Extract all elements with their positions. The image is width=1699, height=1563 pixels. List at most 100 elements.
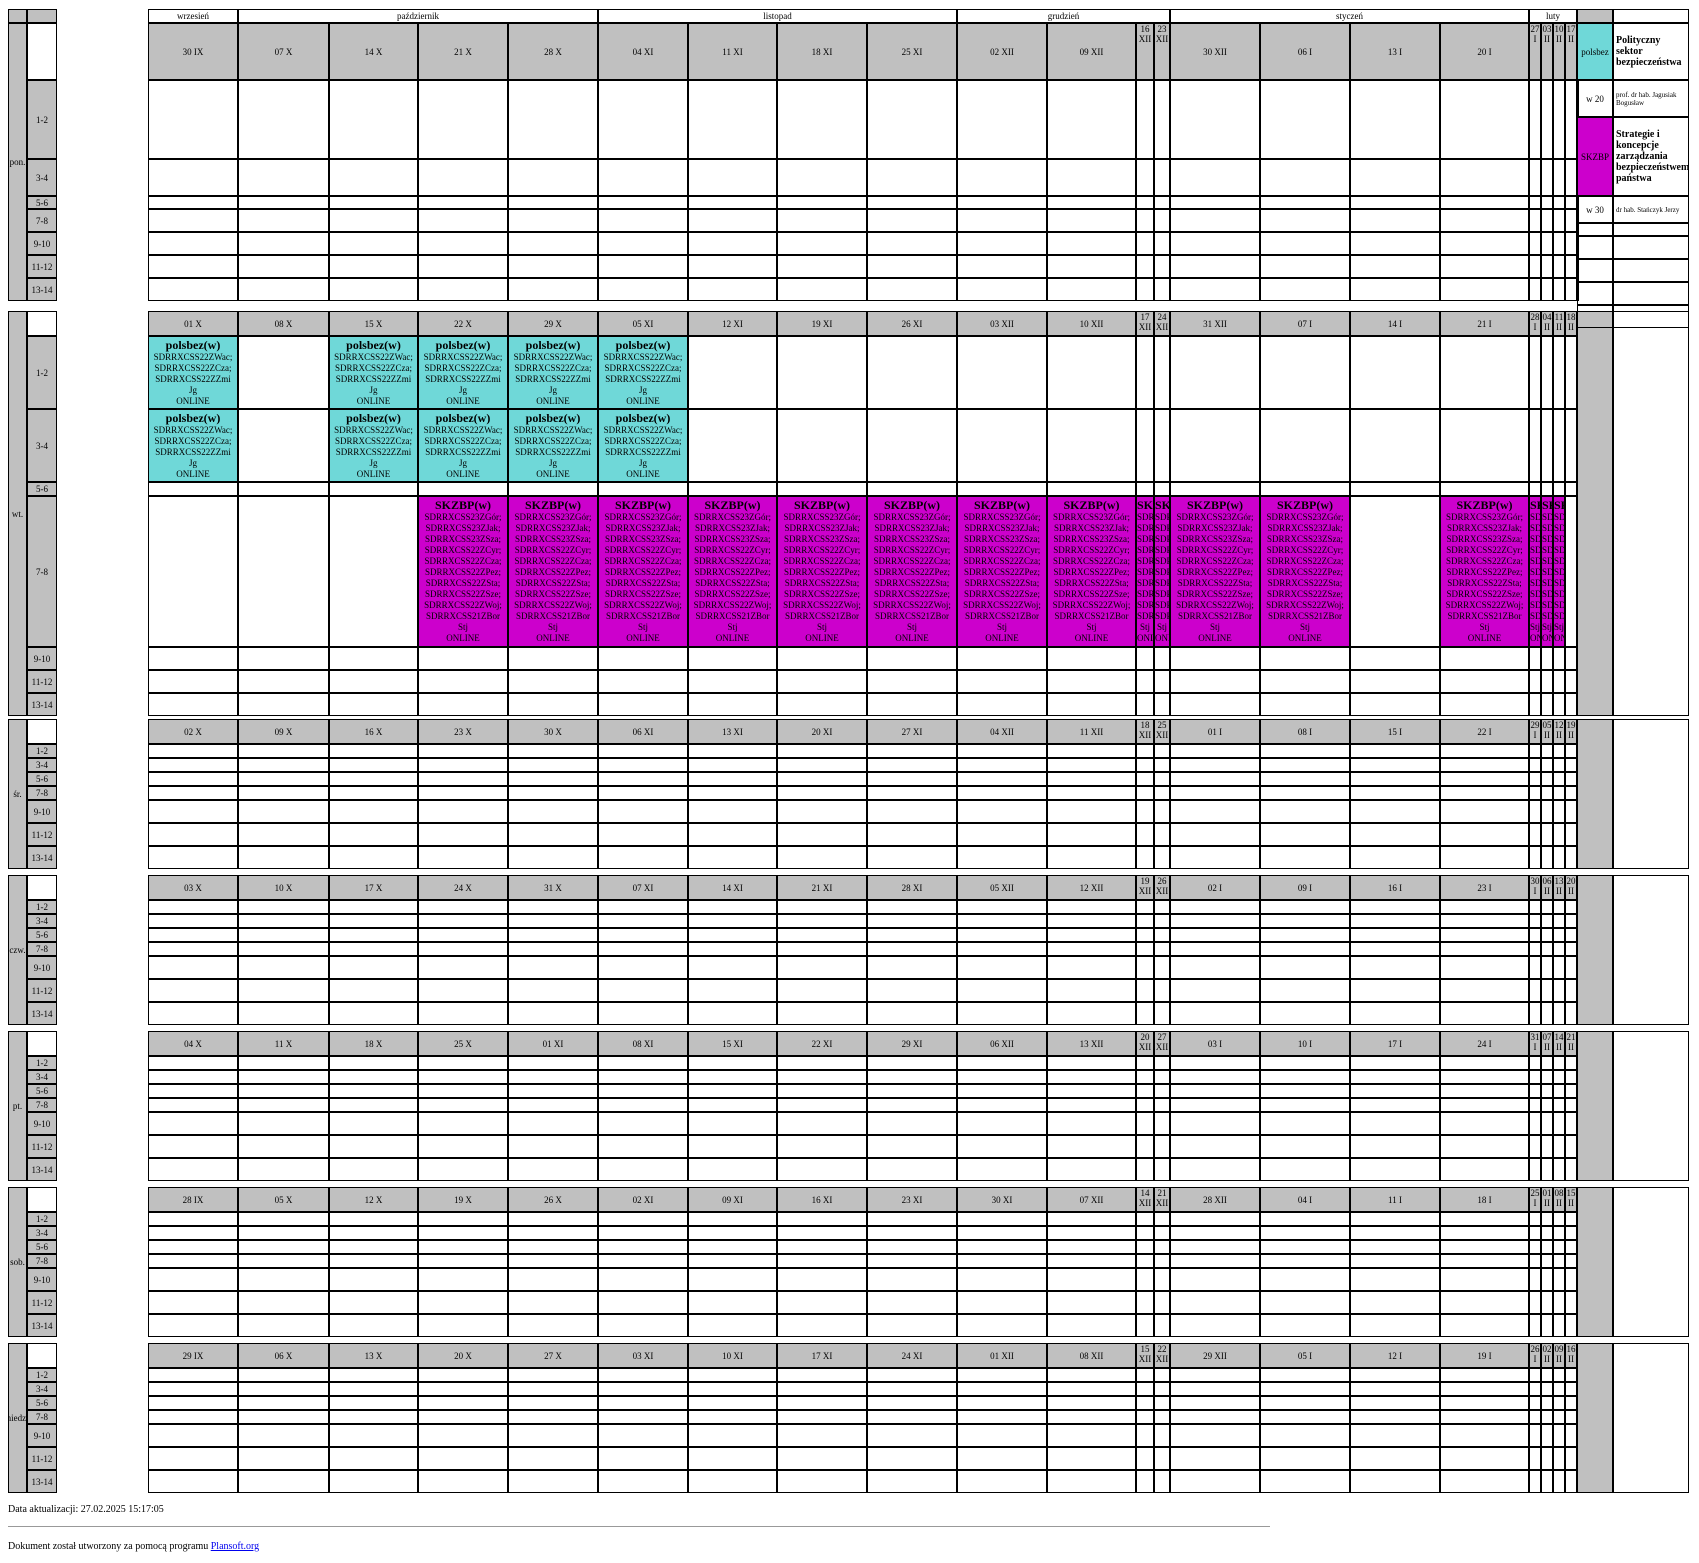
schedule-cell[interactable]	[1553, 196, 1565, 209]
schedule-cell[interactable]	[238, 1070, 329, 1084]
schedule-cell[interactable]	[1541, 900, 1553, 914]
schedule-cell[interactable]	[329, 979, 418, 1002]
schedule-cell[interactable]	[329, 670, 418, 693]
schedule-cell[interactable]	[1529, 786, 1541, 800]
schedule-cell[interactable]	[1170, 744, 1260, 758]
schedule-cell[interactable]	[418, 1158, 508, 1181]
schedule-cell[interactable]	[1440, 80, 1529, 159]
schedule-cell[interactable]	[1260, 800, 1350, 823]
schedule-cell[interactable]	[1553, 1112, 1565, 1135]
schedule-cell[interactable]	[1136, 772, 1154, 786]
schedule-cell[interactable]	[1541, 1226, 1553, 1240]
skzbp-event[interactable]: SKZBP(w)SDRRXCSS23ZGór;SDRRXCSS23ZJak;SD…	[1260, 496, 1350, 647]
schedule-cell[interactable]	[1350, 670, 1440, 693]
schedule-cell[interactable]	[1047, 1084, 1136, 1098]
schedule-cell[interactable]	[688, 1368, 777, 1382]
schedule-cell[interactable]	[1170, 758, 1260, 772]
schedule-cell[interactable]	[238, 1098, 329, 1112]
schedule-cell[interactable]	[1440, 209, 1529, 232]
schedule-cell[interactable]	[1529, 1368, 1541, 1382]
schedule-cell[interactable]	[1553, 744, 1565, 758]
schedule-cell[interactable]	[1136, 786, 1154, 800]
schedule-cell[interactable]	[1541, 693, 1553, 716]
schedule-cell[interactable]	[957, 772, 1047, 786]
schedule-cell[interactable]	[1565, 1396, 1577, 1410]
schedule-cell[interactable]	[1440, 409, 1529, 482]
schedule-cell[interactable]	[1541, 1268, 1553, 1291]
schedule-cell[interactable]	[1136, 823, 1154, 846]
schedule-cell[interactable]	[148, 196, 238, 209]
schedule-cell[interactable]	[1170, 1002, 1260, 1025]
schedule-cell[interactable]	[688, 1268, 777, 1291]
schedule-cell[interactable]	[777, 409, 867, 482]
schedule-cell[interactable]	[598, 1240, 688, 1254]
schedule-cell[interactable]	[508, 196, 598, 209]
polsbez-event[interactable]: polsbez(w) SDRRXCSS22ZWac; SDRRXCSS22ZCza;…	[598, 409, 688, 482]
schedule-cell[interactable]	[148, 914, 238, 928]
schedule-cell[interactable]	[1350, 823, 1440, 846]
schedule-cell[interactable]	[1541, 914, 1553, 928]
schedule-cell[interactable]	[1170, 1291, 1260, 1314]
schedule-cell[interactable]	[867, 1447, 957, 1470]
schedule-cell[interactable]	[1136, 1396, 1154, 1410]
schedule-cell[interactable]	[148, 1084, 238, 1098]
schedule-cell[interactable]	[598, 1447, 688, 1470]
schedule-cell[interactable]	[508, 1070, 598, 1084]
schedule-cell[interactable]	[867, 409, 957, 482]
schedule-cell[interactable]	[1565, 1084, 1577, 1098]
schedule-cell[interactable]	[238, 496, 329, 647]
schedule-cell[interactable]	[867, 1410, 957, 1424]
schedule-cell[interactable]	[1553, 846, 1565, 869]
schedule-cell[interactable]	[1440, 1254, 1529, 1268]
schedule-cell[interactable]	[1541, 1291, 1553, 1314]
schedule-cell[interactable]	[1047, 1002, 1136, 1025]
schedule-cell[interactable]	[1440, 1135, 1529, 1158]
schedule-cell[interactable]	[1136, 1135, 1154, 1158]
schedule-cell[interactable]	[867, 914, 957, 928]
schedule-cell[interactable]	[1170, 278, 1260, 301]
schedule-cell[interactable]	[688, 1240, 777, 1254]
schedule-cell[interactable]	[1350, 409, 1440, 482]
schedule-cell[interactable]	[1047, 786, 1136, 800]
schedule-cell[interactable]	[867, 1135, 957, 1158]
schedule-cell[interactable]	[1154, 196, 1170, 209]
schedule-cell[interactable]	[1170, 1382, 1260, 1396]
schedule-cell[interactable]	[1541, 846, 1553, 869]
schedule-cell[interactable]	[1440, 336, 1529, 409]
schedule-cell[interactable]	[238, 1002, 329, 1025]
schedule-cell[interactable]	[148, 1056, 238, 1070]
schedule-cell[interactable]	[329, 1368, 418, 1382]
schedule-cell[interactable]	[1553, 1382, 1565, 1396]
schedule-cell[interactable]	[1154, 800, 1170, 823]
schedule-cell[interactable]	[1565, 928, 1577, 942]
schedule-cell[interactable]	[1260, 409, 1350, 482]
schedule-cell[interactable]	[1565, 1112, 1577, 1135]
schedule-cell[interactable]	[1440, 255, 1529, 278]
polsbez-event[interactable]: polsbez(w) SDRRXCSS22ZWac; SDRRXCSS22ZCza;…	[148, 336, 238, 409]
skzbp-event[interactable]: SKZBP(w)SDRRXCSS23ZGór;SDRRXCSS23ZJak;SD…	[957, 496, 1047, 647]
schedule-cell[interactable]	[1350, 1158, 1440, 1181]
schedule-cell[interactable]	[1260, 80, 1350, 159]
schedule-cell[interactable]	[1260, 1070, 1350, 1084]
schedule-cell[interactable]	[329, 1240, 418, 1254]
schedule-cell[interactable]	[1440, 1368, 1529, 1382]
schedule-cell[interactable]	[598, 846, 688, 869]
schedule-cell[interactable]	[238, 772, 329, 786]
schedule-cell[interactable]	[867, 1158, 957, 1181]
schedule-cell[interactable]	[238, 1291, 329, 1314]
schedule-cell[interactable]	[1529, 942, 1541, 956]
schedule-cell[interactable]	[1565, 1268, 1577, 1291]
schedule-cell[interactable]	[238, 1424, 329, 1447]
schedule-cell[interactable]	[957, 482, 1047, 496]
schedule-cell[interactable]	[1350, 1212, 1440, 1226]
schedule-cell[interactable]	[1047, 1098, 1136, 1112]
schedule-cell[interactable]	[777, 1447, 867, 1470]
schedule-cell[interactable]	[1541, 647, 1553, 670]
schedule-cell[interactable]	[1154, 846, 1170, 869]
schedule-cell[interactable]	[1260, 979, 1350, 1002]
schedule-cell[interactable]	[1440, 1410, 1529, 1424]
schedule-cell[interactable]	[867, 80, 957, 159]
schedule-cell[interactable]	[1529, 196, 1541, 209]
schedule-cell[interactable]	[329, 928, 418, 942]
schedule-cell[interactable]	[1260, 278, 1350, 301]
